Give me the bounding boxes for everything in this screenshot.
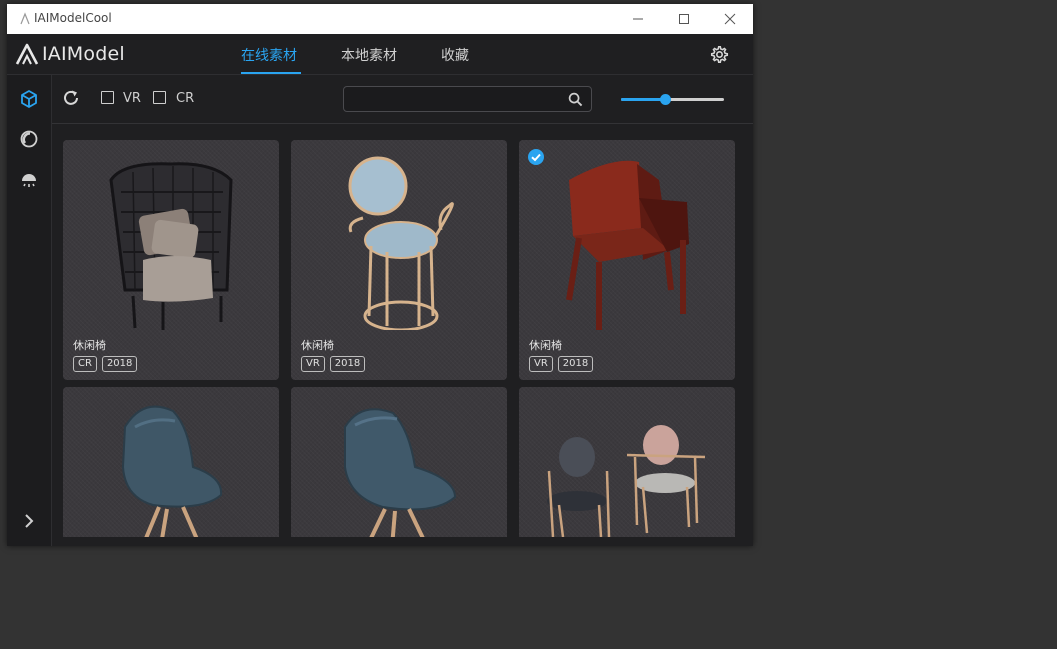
maximize-button[interactable]: [661, 4, 707, 34]
app-icon: [20, 12, 30, 25]
grid-bottom-edge: [52, 537, 753, 546]
asset-badge: 2018: [101, 356, 138, 372]
asset-card[interactable]: [519, 387, 735, 537]
vr-filter-checkbox[interactable]: [101, 91, 114, 104]
slider-fill: [621, 98, 666, 101]
app-logo: IAIModel: [15, 41, 125, 67]
asset-badges: VR 2018: [301, 356, 366, 372]
chair-thumbnail: [566, 160, 689, 330]
app-header: IAIModel 在线素材 本地素材 收藏: [7, 34, 753, 75]
asset-card[interactable]: 休闲椅 VR 2018: [291, 140, 507, 380]
chevron-right-icon[interactable]: [19, 511, 39, 531]
cube-icon[interactable]: [19, 89, 39, 109]
minimize-icon: [633, 18, 643, 20]
asset-name: 休闲椅: [529, 339, 562, 352]
window-title: IAIModelCool: [34, 11, 112, 25]
vr-filter-label: VR: [123, 91, 141, 106]
asset-badge: 2018: [557, 356, 594, 372]
maximize-icon: [679, 14, 689, 24]
asset-badge: VR: [529, 356, 553, 372]
selected-check-icon: [528, 149, 544, 165]
chair-thumbnail: [344, 408, 457, 537]
asset-card[interactable]: 休闲椅 VR 2018: [519, 140, 735, 380]
active-tab-indicator: [241, 72, 301, 74]
tab-local-assets[interactable]: 本地素材: [341, 45, 397, 65]
asset-name: 休闲椅: [73, 339, 106, 352]
lamp-icon[interactable]: [19, 169, 39, 189]
asset-name: 休闲椅: [301, 339, 334, 352]
asset-badge: VR: [301, 356, 325, 372]
cr-filter-label: CR: [176, 91, 195, 106]
settings-gear-icon[interactable]: [710, 45, 729, 64]
asset-grid: 休闲椅 CR 2018 休闲椅 VR 2018 休闲椅 VR 2018: [52, 124, 753, 537]
toolbar: VR CR: [52, 75, 753, 124]
chair-thumbnail: [109, 162, 233, 330]
refresh-icon[interactable]: [61, 88, 81, 108]
close-button[interactable]: [707, 4, 753, 34]
asset-card[interactable]: [291, 387, 507, 537]
logo-mark-icon: [15, 43, 39, 65]
minimize-button[interactable]: [615, 4, 661, 34]
logo-text: IAIModel: [42, 43, 125, 65]
title-bar[interactable]: IAIModelCool: [7, 4, 753, 34]
cr-filter-checkbox[interactable]: [153, 91, 166, 104]
tab-favorites[interactable]: 收藏: [441, 45, 469, 65]
close-icon: [724, 13, 736, 25]
search-input[interactable]: [350, 90, 564, 110]
search-box[interactable]: [343, 86, 592, 112]
app-window: IAIModelCool IAIModel 在线素材 本地素材 收藏 VR CR…: [7, 4, 753, 546]
slider-thumb[interactable]: [660, 94, 672, 105]
chair-thumbnail: [348, 156, 454, 330]
asset-badge: CR: [73, 356, 97, 372]
material-sphere-icon[interactable]: [19, 129, 39, 149]
thumbnail-size-slider[interactable]: [621, 92, 724, 106]
asset-card[interactable]: 休闲椅 CR 2018: [63, 140, 279, 380]
chair-thumbnail: [121, 405, 223, 537]
asset-badges: VR 2018: [529, 356, 594, 372]
sidebar: [7, 75, 52, 546]
chair-thumbnail: [547, 425, 706, 537]
search-icon[interactable]: [568, 92, 583, 107]
asset-card[interactable]: [63, 387, 279, 537]
asset-badge: 2018: [329, 356, 366, 372]
asset-badges: CR 2018: [73, 356, 138, 372]
tab-online-assets[interactable]: 在线素材: [241, 45, 297, 65]
